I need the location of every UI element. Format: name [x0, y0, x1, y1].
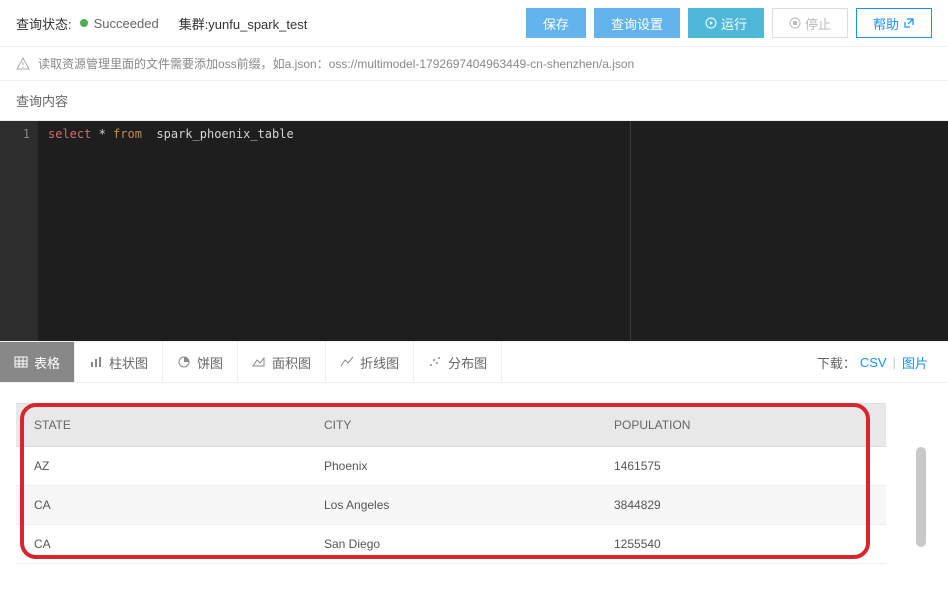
- tab-line[interactable]: 折线图: [326, 342, 414, 382]
- cell-population: 3844829: [596, 486, 886, 525]
- run-button[interactable]: 运行: [688, 8, 764, 38]
- stop-icon: [789, 17, 801, 29]
- cell-state: CA: [16, 525, 306, 564]
- tab-area-label: 面积图: [272, 353, 311, 372]
- editor-gutter: 1: [0, 121, 38, 341]
- sql-editor[interactable]: 1 select * from spark_phoenix_table: [0, 121, 948, 341]
- table-row[interactable]: CA San Diego 1255540: [16, 525, 886, 564]
- download-image-link[interactable]: 图片: [902, 353, 928, 372]
- cell-population: 1461575: [596, 447, 886, 486]
- download-label: 下载：: [817, 353, 856, 372]
- pie-chart-icon: [177, 355, 191, 369]
- warning-icon: [16, 57, 30, 71]
- help-label: 帮助: [873, 14, 899, 33]
- warning-text: 读取资源管理里面的文件需要添加oss前缀，如a.json：oss://multi…: [38, 55, 634, 72]
- tab-bar[interactable]: 柱状图: [75, 342, 163, 382]
- cluster-label: 集群:yunfu_spark_test: [179, 14, 308, 33]
- cell-city: San Diego: [306, 525, 596, 564]
- warning-bar: 读取资源管理里面的文件需要添加oss前缀，如a.json：oss://multi…: [0, 47, 948, 81]
- cell-city: Phoenix: [306, 447, 596, 486]
- top-bar: 查询状态: Succeeded 集群:yunfu_spark_test 保存 查…: [0, 0, 948, 47]
- area-chart-icon: [252, 355, 266, 369]
- play-icon: [705, 17, 717, 29]
- tab-bar-label: 柱状图: [109, 353, 148, 372]
- tab-table[interactable]: 表格: [0, 342, 75, 382]
- line-number: 1: [23, 127, 30, 141]
- stop-button: 停止: [772, 8, 848, 38]
- status-dot-icon: [80, 19, 88, 27]
- table-row[interactable]: AZ Phoenix 1461575: [16, 447, 886, 486]
- col-state[interactable]: STATE: [16, 404, 306, 447]
- scatter-chart-icon: [428, 355, 442, 369]
- col-city[interactable]: CITY: [306, 404, 596, 447]
- query-content-title: 查询内容: [0, 81, 948, 121]
- result-table: STATE CITY POPULATION AZ Phoenix 1461575…: [16, 403, 886, 564]
- cell-city: Los Angeles: [306, 486, 596, 525]
- tab-scatter-label: 分布图: [448, 353, 487, 372]
- result-panel: STATE CITY POPULATION AZ Phoenix 1461575…: [0, 383, 948, 574]
- download-area: 下载： CSV | 图片: [817, 342, 948, 382]
- tab-scatter[interactable]: 分布图: [414, 342, 502, 382]
- cell-state: CA: [16, 486, 306, 525]
- cell-population: 1255540: [596, 525, 886, 564]
- table-icon: [14, 355, 28, 369]
- kw-select: select: [48, 127, 91, 141]
- kw-from: from: [113, 127, 142, 141]
- external-link-icon: [903, 17, 915, 29]
- tab-area[interactable]: 面积图: [238, 342, 326, 382]
- result-tabs: 表格 柱状图 饼图 面积图 折线图 分布图 下载： CSV | 图片: [0, 341, 948, 383]
- table-row[interactable]: CA Los Angeles 3844829: [16, 486, 886, 525]
- save-button[interactable]: 保存: [526, 8, 586, 38]
- tab-table-label: 表格: [34, 353, 60, 372]
- stop-label: 停止: [805, 14, 831, 33]
- run-label: 运行: [721, 14, 747, 33]
- table-header-row: STATE CITY POPULATION: [16, 404, 886, 447]
- cell-state: AZ: [16, 447, 306, 486]
- query-settings-button[interactable]: 查询设置: [594, 8, 680, 38]
- bar-chart-icon: [89, 355, 103, 369]
- tab-pie-label: 饼图: [197, 353, 223, 372]
- download-csv-link[interactable]: CSV: [860, 355, 887, 370]
- help-button[interactable]: 帮助: [856, 8, 932, 38]
- col-population[interactable]: POPULATION: [596, 404, 886, 447]
- separator: |: [893, 355, 896, 370]
- vertical-scrollbar[interactable]: [916, 447, 926, 547]
- status-label: 查询状态:: [16, 14, 72, 33]
- editor-code: select * from spark_phoenix_table: [48, 127, 948, 141]
- tab-line-label: 折线图: [360, 353, 399, 372]
- tab-pie[interactable]: 饼图: [163, 342, 238, 382]
- status-value: Succeeded: [94, 16, 159, 31]
- editor-ruler: [630, 121, 631, 341]
- line-chart-icon: [340, 355, 354, 369]
